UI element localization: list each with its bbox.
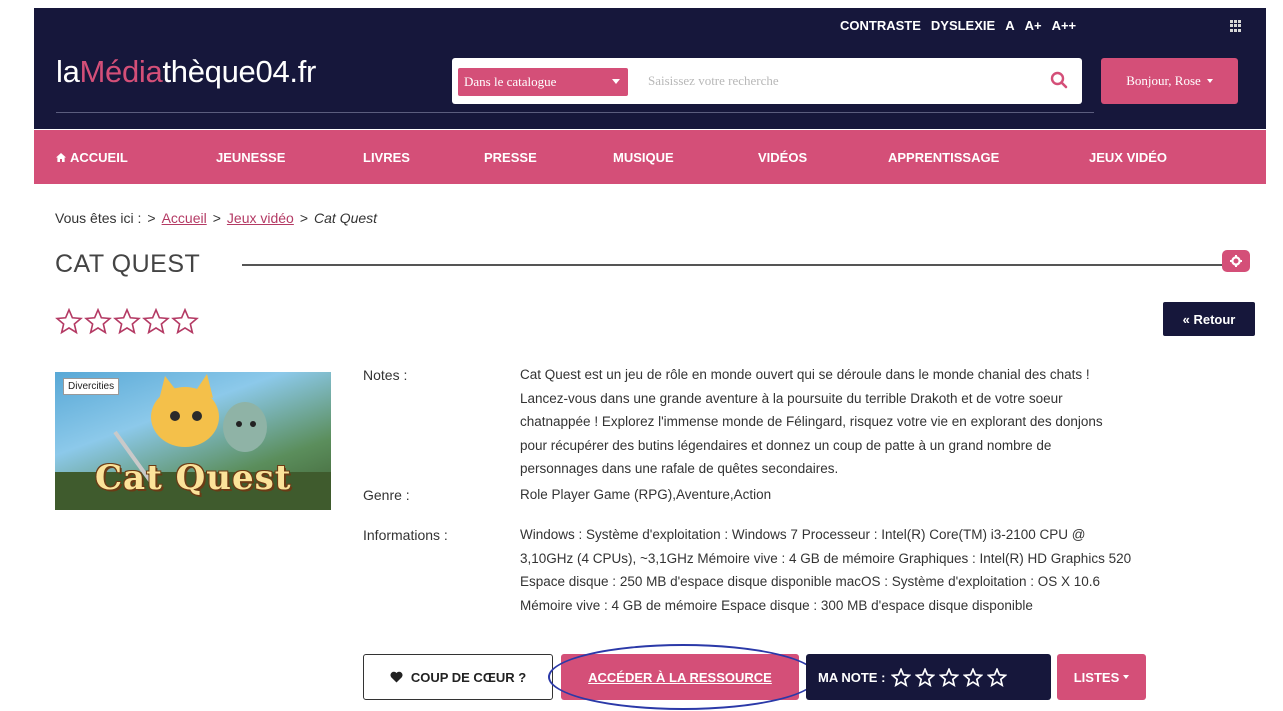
nav-item-livres[interactable]: LIVRES xyxy=(363,150,410,165)
caret-down-icon xyxy=(1206,79,1213,83)
contrast-toggle[interactable]: CONTRASTE xyxy=(840,18,921,33)
nav-item-jeux-video[interactable]: JEUX VIDÉO xyxy=(1089,150,1167,165)
font-size-normal[interactable]: A xyxy=(1005,18,1014,33)
breadcrumb-separator: > xyxy=(212,210,221,226)
info-text: Windows : Système d'exploitation : Windo… xyxy=(520,527,1132,613)
back-button[interactable]: « Retour xyxy=(1163,302,1255,336)
star-outline-icon[interactable] xyxy=(142,308,170,335)
breadcrumb-separator: > xyxy=(299,210,309,226)
site-logo[interactable]: laMédiathèque04.fr xyxy=(56,54,316,90)
lists-button[interactable]: LISTES xyxy=(1057,654,1146,700)
user-account-button[interactable]: Bonjour, Rose xyxy=(1101,58,1238,104)
main-navigation: ACCUEIL JEUNESSE LIVRES PRESSE MUSIQUE V… xyxy=(34,130,1266,184)
nav-item-videos[interactable]: VIDÉOS xyxy=(758,150,807,165)
site-header: CONTRASTE DYSLEXIE A A+ A++ laMédiathèqu… xyxy=(34,8,1266,129)
breadcrumb-prefix: Vous êtes ici : xyxy=(55,210,142,226)
breadcrumb-separator: > xyxy=(147,210,156,226)
caret-down-icon xyxy=(612,79,620,84)
star-outline-icon[interactable] xyxy=(171,308,199,335)
font-size-xlarge[interactable]: A++ xyxy=(1052,18,1077,33)
logo-divider xyxy=(56,112,1094,113)
breadcrumb-section-link[interactable]: Jeux vidéo xyxy=(227,210,294,226)
heart-icon xyxy=(390,671,403,683)
title-divider xyxy=(242,264,1232,266)
page-title: CAT QUEST xyxy=(55,250,201,278)
star-outline-icon[interactable] xyxy=(939,667,960,687)
star-outline-icon[interactable] xyxy=(915,667,936,687)
grid-menu-icon[interactable] xyxy=(1230,20,1242,32)
gear-icon xyxy=(1230,255,1242,267)
cover-badge: Divercities xyxy=(63,378,120,395)
notes-label: Notes : xyxy=(363,367,408,383)
rating-stars[interactable] xyxy=(55,308,199,335)
search-scope-dropdown[interactable]: Dans le catalogue xyxy=(458,68,628,96)
star-outline-icon[interactable] xyxy=(891,667,912,687)
nav-item-presse[interactable]: PRESSE xyxy=(484,150,537,165)
genre-value: Role Player Game (RPG),Aventure,Action xyxy=(520,487,772,502)
breadcrumb-current: Cat Quest xyxy=(314,210,378,226)
cover-title: Cat Quest xyxy=(95,458,292,498)
star-outline-icon[interactable] xyxy=(55,308,83,335)
accessibility-bar: CONTRASTE DYSLEXIE A A+ A++ xyxy=(840,18,1076,33)
my-rating-stars[interactable] xyxy=(891,667,1008,687)
genre-label: Genre : xyxy=(363,487,410,503)
nav-item-jeunesse[interactable]: JEUNESSE xyxy=(216,150,285,165)
favorite-button[interactable]: COUP DE CŒUR ? xyxy=(363,654,553,700)
dyslexia-toggle[interactable]: DYSLEXIE xyxy=(931,18,995,33)
notes-text: Cat Quest est un jeu de rôle en monde ou… xyxy=(520,367,1103,476)
access-resource-button[interactable]: ACCÉDER À LA RESSOURCE xyxy=(561,654,799,700)
font-size-large[interactable]: A+ xyxy=(1025,18,1042,33)
my-rating-button[interactable]: MA NOTE : xyxy=(806,654,1051,700)
caret-down-icon xyxy=(1123,675,1130,679)
nav-item-apprentissage[interactable]: APPRENTISSAGE xyxy=(888,150,999,165)
nav-item-accueil[interactable]: ACCUEIL xyxy=(56,150,128,165)
star-outline-icon[interactable] xyxy=(113,308,141,335)
star-outline-icon[interactable] xyxy=(987,667,1008,687)
star-outline-icon[interactable] xyxy=(963,667,984,687)
search-bar: Dans le catalogue xyxy=(452,58,1082,104)
search-input[interactable] xyxy=(648,68,1028,94)
info-label: Informations : xyxy=(363,527,448,543)
nav-item-musique[interactable]: MUSIQUE xyxy=(613,150,674,165)
breadcrumb-home-link[interactable]: Accueil xyxy=(162,210,207,226)
cover-image[interactable]: Divercities Cat Quest xyxy=(55,372,331,510)
star-outline-icon[interactable] xyxy=(84,308,112,335)
search-icon[interactable] xyxy=(1050,71,1068,89)
breadcrumb: Vous êtes ici : > Accueil > Jeux vidéo >… xyxy=(55,210,377,226)
home-icon xyxy=(56,153,66,162)
settings-button[interactable] xyxy=(1222,250,1250,272)
